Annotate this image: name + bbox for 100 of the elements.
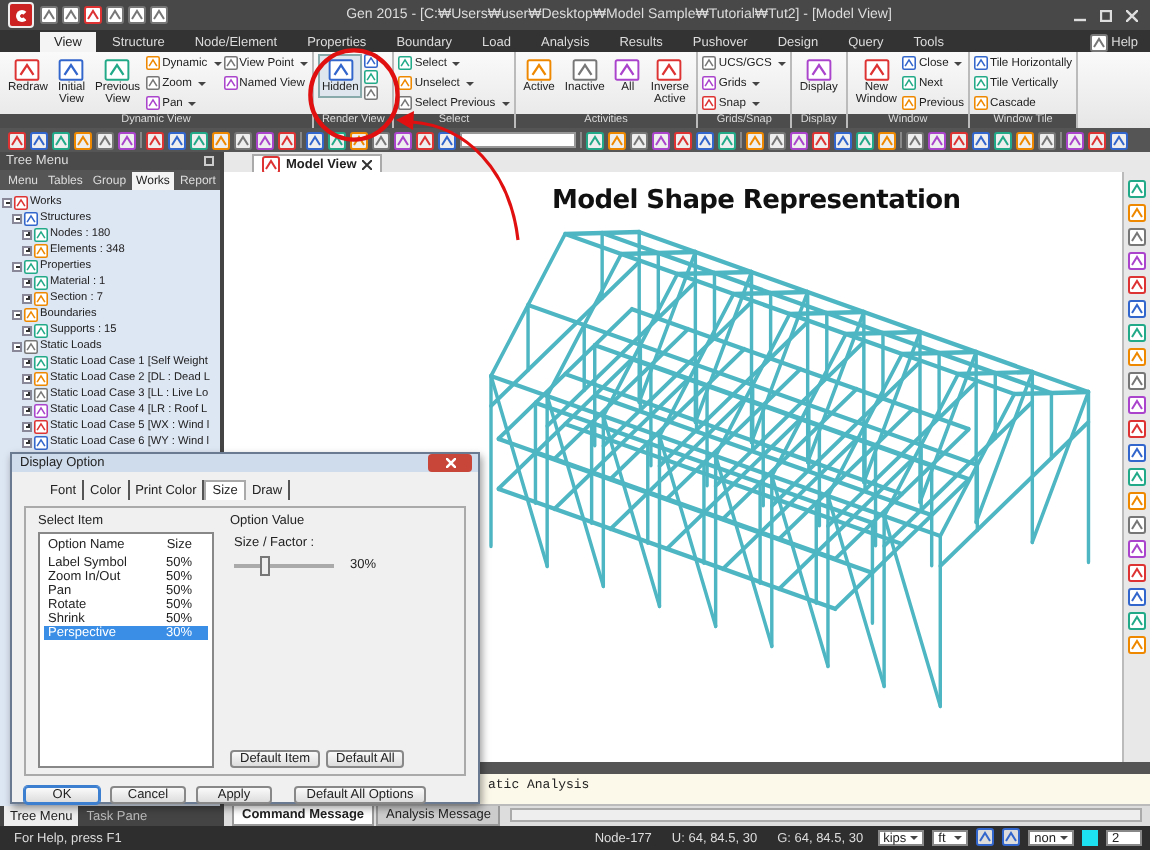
snap-icon[interactable] [976,827,995,845]
toolbar-icon[interactable] [52,131,70,149]
toolbar-icon[interactable] [1128,396,1146,414]
expand-toggle[interactable] [22,245,32,255]
toolbar-icon[interactable] [586,131,604,149]
toolbar-icon[interactable] [972,131,990,149]
toolbar-icon[interactable] [1066,131,1084,149]
toolbar-icon[interactable] [768,131,786,149]
close-icon[interactable] [362,159,373,169]
toolbar-icon[interactable] [256,131,274,149]
snap-icon[interactable] [1002,827,1021,845]
toolbar-icon[interactable] [1128,420,1146,438]
expand-toggle[interactable] [12,213,22,223]
render-mode-icon[interactable] [364,86,379,100]
close-icon[interactable] [1122,6,1142,24]
expand-toggle[interactable] [12,261,22,271]
expand-toggle[interactable] [2,197,12,207]
expand-toggle[interactable] [22,325,32,335]
toolbar-icon[interactable] [1038,131,1056,149]
toolbar-icon[interactable] [1128,564,1146,582]
toolbar-icon[interactable] [906,131,924,149]
expand-toggle[interactable] [22,389,32,399]
toolbar-icon[interactable] [1128,324,1146,342]
toolbar-icon[interactable] [394,131,412,149]
quick-access-icon[interactable] [150,6,168,24]
render-mode-icon[interactable] [364,70,379,84]
slider-thumb[interactable] [259,555,269,575]
expand-toggle[interactable] [22,357,32,367]
quick-access-icon[interactable] [106,6,124,24]
quick-access-icon[interactable] [84,6,102,24]
toolbar-icon[interactable] [168,131,186,149]
toolbar-icon[interactable] [834,131,852,149]
toolbar-icon[interactable] [718,131,736,149]
expand-toggle[interactable] [22,293,32,303]
toolbar-icon[interactable] [994,131,1012,149]
toolbar-icon[interactable] [8,131,26,149]
toolbar-icon[interactable] [146,131,164,149]
toolbar-icon[interactable] [1128,372,1146,390]
toolbar-icon[interactable] [1128,180,1146,198]
toolbar-icon[interactable] [278,131,296,149]
toolbar-icon[interactable] [1128,228,1146,246]
toolbar-icon[interactable] [212,131,230,149]
toolbar-icon[interactable] [1128,540,1146,558]
toolbar-icon[interactable] [812,131,830,149]
toolbar-icon[interactable] [630,131,648,149]
toolbar-icon[interactable] [652,131,670,149]
toolbar-icon[interactable] [1128,516,1146,534]
color-swatch[interactable] [1082,830,1098,846]
toolbar-icon[interactable] [372,131,390,149]
toolbar-icon[interactable] [306,131,324,149]
toolbar-icon[interactable] [674,131,692,149]
toolbar-icon[interactable] [950,131,968,149]
scrollbar[interactable] [510,808,1142,822]
toolbar-icon[interactable] [234,131,252,149]
callout-arrow [394,110,526,244]
expand-toggle[interactable] [22,437,32,447]
app-logo[interactable] [8,2,34,28]
toolbar-icon[interactable] [1088,131,1106,149]
toolbar-icon[interactable] [30,131,48,149]
caret-icon [197,81,206,85]
toolbar-icon[interactable] [1128,612,1146,630]
toolbar-icon[interactable] [878,131,896,149]
quick-access-icon[interactable] [62,6,80,24]
ribbon-icon [146,76,161,90]
ribbon-icon [223,56,238,70]
toolbar-icon[interactable] [856,131,874,149]
toolbar-icon[interactable] [1128,252,1146,270]
expand-toggle[interactable] [12,309,22,319]
quick-access-icon[interactable] [128,6,146,24]
toolbar-icon[interactable] [928,131,946,149]
expand-toggle[interactable] [22,229,32,239]
toolbar-icon[interactable] [1016,131,1034,149]
ribbon-icon [902,96,917,110]
toolbar-icon[interactable] [190,131,208,149]
expand-toggle[interactable] [22,421,32,431]
close-button[interactable] [428,454,472,472]
toolbar-icon[interactable] [1128,588,1146,606]
ribbon-icon [974,76,989,90]
quick-access-icon[interactable] [40,6,58,24]
toolbar-icon[interactable] [1110,131,1128,149]
toolbar-icon[interactable] [1128,468,1146,486]
expand-toggle[interactable] [22,373,32,383]
toolbar-icon[interactable] [118,131,136,149]
expand-toggle[interactable] [12,341,22,351]
caret-icon [1060,836,1068,840]
maximize-icon[interactable] [1096,6,1116,24]
combo-field[interactable] [460,132,576,148]
toolbar-icon[interactable] [608,131,626,149]
toolbar-icon[interactable] [96,131,114,149]
toolbar-icon[interactable] [790,131,808,149]
toolbar-icon[interactable] [1128,444,1146,462]
toolbar-icon[interactable] [416,131,434,149]
toolbar-icon[interactable] [74,131,92,149]
toolbar-icon[interactable] [438,131,456,149]
toolbar-icon[interactable] [1128,276,1146,294]
toolbar-icon[interactable] [746,131,764,149]
toolbar-icon[interactable] [1128,300,1146,318]
toolbar-icon[interactable] [696,131,714,149]
expand-toggle[interactable] [22,405,32,415]
expand-toggle[interactable] [22,277,32,287]
